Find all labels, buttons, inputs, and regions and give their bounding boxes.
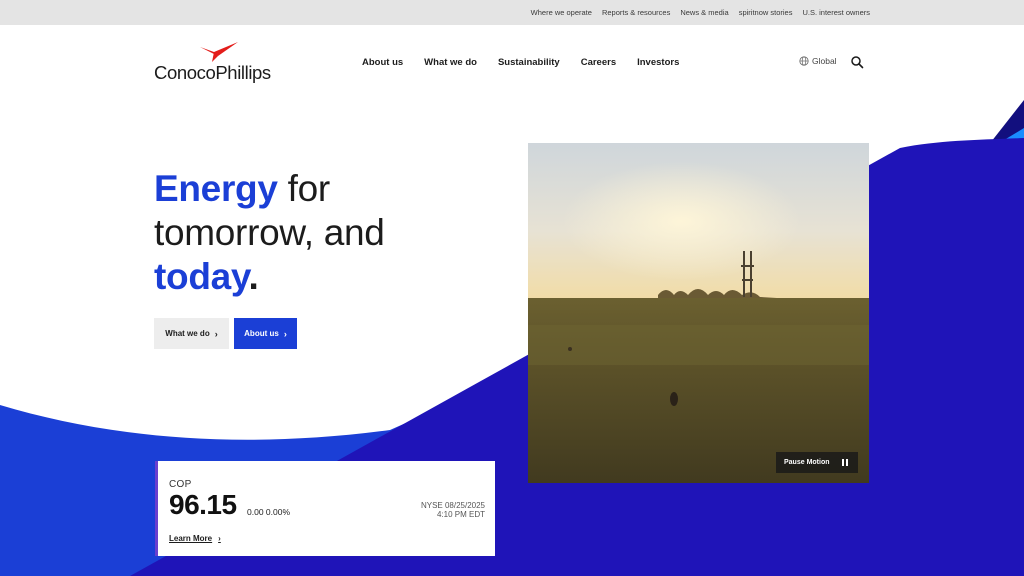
nav-about-us[interactable]: About us xyxy=(362,57,403,68)
utility-link-reports-resources[interactable]: Reports & resources xyxy=(602,8,670,17)
about-us-button-label: About us xyxy=(244,329,279,338)
nav-what-we-do[interactable]: What we do xyxy=(424,57,477,68)
stock-change: 0.00 0.00% xyxy=(247,507,291,517)
pause-motion-button[interactable]: Pause Motion xyxy=(776,452,858,473)
logo-wing-icon xyxy=(200,42,238,62)
stock-price: 96.15 xyxy=(169,489,237,520)
pause-icon xyxy=(841,459,848,466)
hero-title-today: today xyxy=(154,256,249,297)
what-we-do-button[interactable]: What we do › xyxy=(154,318,229,349)
utility-nav: Where we operate Reports & resources New… xyxy=(531,0,870,25)
region-selector[interactable]: Global xyxy=(799,56,837,66)
logo[interactable]: ConocoPhillips xyxy=(154,42,289,84)
pause-motion-label: Pause Motion xyxy=(784,459,830,466)
globe-icon xyxy=(799,56,809,66)
search-button[interactable] xyxy=(850,55,864,69)
main-nav: About us What we do Sustainability Caree… xyxy=(362,25,679,100)
nav-investors[interactable]: Investors xyxy=(637,57,679,68)
utility-link-news-media[interactable]: News & media xyxy=(680,8,728,17)
stock-exchange-time-text: 4:10 PM EDT xyxy=(436,510,485,519)
nav-careers[interactable]: Careers xyxy=(581,57,616,68)
learn-more-link[interactable]: Learn More › xyxy=(169,534,221,543)
utility-bar: Where we operate Reports & resources New… xyxy=(0,0,1024,25)
hero-title-line-2: tomorrow, and xyxy=(154,212,385,253)
about-us-button[interactable]: About us › xyxy=(234,318,297,349)
chevron-right-icon: › xyxy=(283,328,287,339)
site-header: ConocoPhillips About us What we do Susta… xyxy=(0,25,1024,100)
utility-link-where-we-operate[interactable]: Where we operate xyxy=(531,8,592,17)
stock-ticker-card: COP 96.15 0.00 0.00% NYSE 08/25/2025 4:1… xyxy=(155,461,495,556)
hero-title-dot: . xyxy=(248,256,259,297)
what-we-do-button-label: What we do xyxy=(165,329,210,338)
chevron-right-icon: › xyxy=(218,534,221,543)
nav-sustainability[interactable]: Sustainability xyxy=(498,57,560,68)
hero-title-energy: Energy xyxy=(154,168,278,209)
hero-title: Energy for tomorrow, and today. xyxy=(154,167,385,299)
hero-video[interactable]: Pause Motion xyxy=(528,143,869,483)
stock-exchange-date: NYSE 08/25/2025 xyxy=(420,501,485,510)
chevron-right-icon: › xyxy=(214,328,218,339)
learn-more-label: Learn More xyxy=(169,534,213,543)
stock-exchange-time: NYSE 08/25/2025 4:10 PM EDT xyxy=(421,501,485,519)
utility-link-interest-owners[interactable]: U.S. interest owners xyxy=(802,8,870,17)
landscape-image xyxy=(528,143,869,483)
hero-title-for: for xyxy=(277,168,331,209)
region-label: Global xyxy=(812,56,837,66)
utility-link-spiritnow-stories[interactable]: spiritnow stories xyxy=(739,8,793,17)
logo-text: ConocoPhillips xyxy=(154,62,271,83)
search-icon xyxy=(851,56,864,69)
